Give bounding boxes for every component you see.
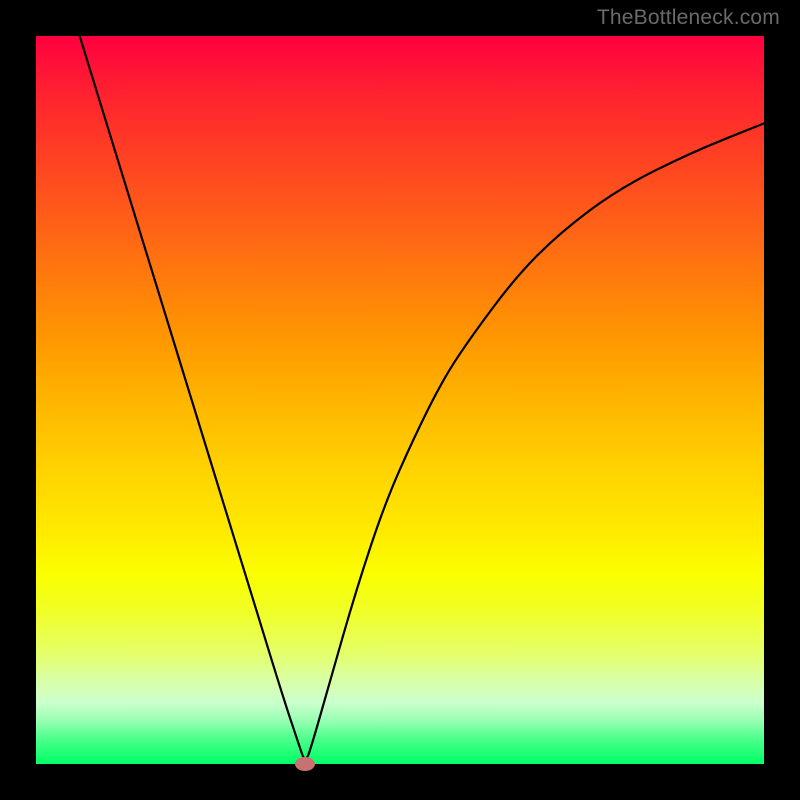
bottleneck-curve (80, 36, 764, 759)
curve-svg (36, 36, 764, 764)
figure: TheBottleneck.com (0, 0, 800, 800)
plot-area (36, 36, 764, 764)
watermark-text: TheBottleneck.com (597, 6, 780, 30)
minimum-marker (295, 757, 315, 771)
